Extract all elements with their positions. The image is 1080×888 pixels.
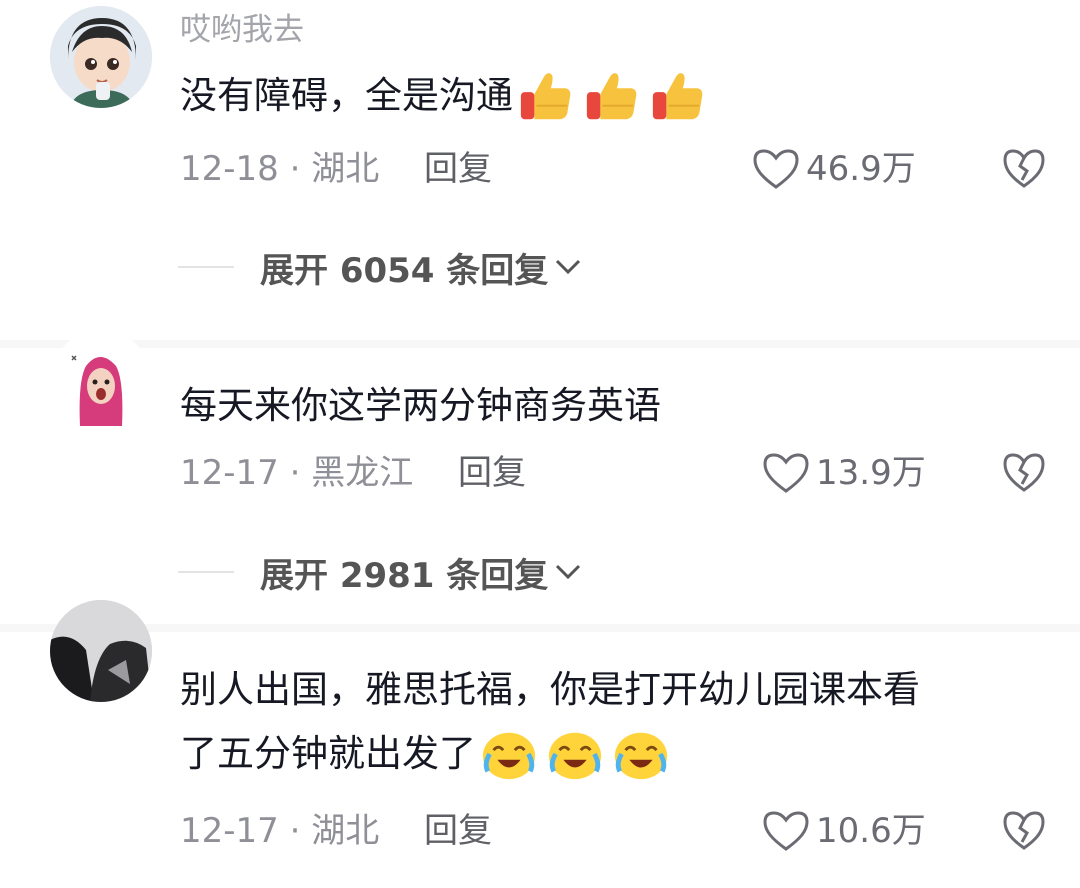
comment-text-line: 没有障碍，全是沟通	[180, 74, 513, 117]
heart-icon	[753, 149, 799, 189]
username[interactable]: 哎哟我去	[180, 10, 304, 50]
chevron-down-icon	[556, 259, 581, 275]
emoji-group	[480, 725, 670, 783]
expand-replies-button[interactable]: 展开 2981 条回复	[178, 547, 582, 597]
avatar[interactable]	[50, 330, 152, 432]
like-count: 10.6万	[816, 811, 926, 851]
broken-heart-icon[interactable]	[1002, 808, 1046, 852]
heart-icon	[763, 453, 809, 493]
like-button[interactable]: 13.9万	[762, 448, 926, 498]
divider	[178, 571, 234, 573]
comment-date-location: 12-18 · 湖北	[180, 149, 380, 189]
comment-date-location: 12-17 · 黑龙江	[180, 453, 414, 493]
reply-button[interactable]: 回复	[458, 448, 526, 498]
avatar[interactable]	[50, 600, 152, 702]
comment-text-line: 了五分钟就出发了	[180, 732, 476, 775]
expand-replies-label: 展开 6054 条回复	[260, 250, 549, 291]
comment-meta: 12-18 · 湖北 回复 46.9万	[180, 144, 1050, 194]
comment-meta: 12-17 · 湖北 回复 10.6万	[180, 806, 1050, 856]
expand-replies-label: 展开 2981 条回复	[260, 555, 549, 596]
comment-date-location: 12-17 · 湖北	[180, 811, 380, 851]
expand-replies-button[interactable]: 展开 6054 条回复	[178, 242, 582, 292]
divider	[178, 266, 234, 268]
chevron-down-icon	[556, 564, 581, 580]
reply-button[interactable]: 回复	[424, 144, 492, 194]
comment-text: 没有障碍，全是沟通	[180, 64, 707, 128]
comment-text-line: 别人出国，雅思托福，你是打开幼儿园课本看	[180, 668, 920, 711]
like-button[interactable]: 10.6万	[762, 806, 926, 856]
avatar-illustration	[50, 6, 152, 108]
avatar-illustration	[50, 330, 152, 432]
section-divider	[0, 340, 1080, 348]
thumbs-up-icon	[586, 73, 637, 120]
like-count: 46.9万	[806, 149, 916, 189]
section-divider	[0, 624, 1080, 632]
broken-heart-icon[interactable]	[1002, 450, 1046, 494]
comment-text: 每天来你这学两分钟商务英语	[180, 374, 661, 438]
laugh-cry-icon	[614, 732, 668, 780]
laugh-cry-icon	[482, 732, 536, 780]
heart-icon	[763, 811, 809, 851]
like-count: 13.9万	[816, 453, 926, 493]
comment-text-line: 每天来你这学两分钟商务英语	[180, 384, 661, 427]
reply-button[interactable]: 回复	[424, 806, 492, 856]
avatar[interactable]	[50, 6, 152, 108]
thumbs-up-icon	[520, 73, 571, 120]
thumbs-up-icon	[652, 73, 703, 120]
laugh-cry-icon	[548, 732, 602, 780]
like-button[interactable]: 46.9万	[752, 144, 916, 194]
emoji-group	[517, 67, 707, 125]
avatar-illustration	[50, 600, 152, 702]
broken-heart-icon[interactable]	[1002, 146, 1046, 190]
comment-text: 别人出国，雅思托福，你是打开幼儿园课本看 了五分钟就出发了	[180, 658, 920, 786]
comment-meta: 12-17 · 黑龙江 回复 13.9万	[180, 448, 1050, 498]
